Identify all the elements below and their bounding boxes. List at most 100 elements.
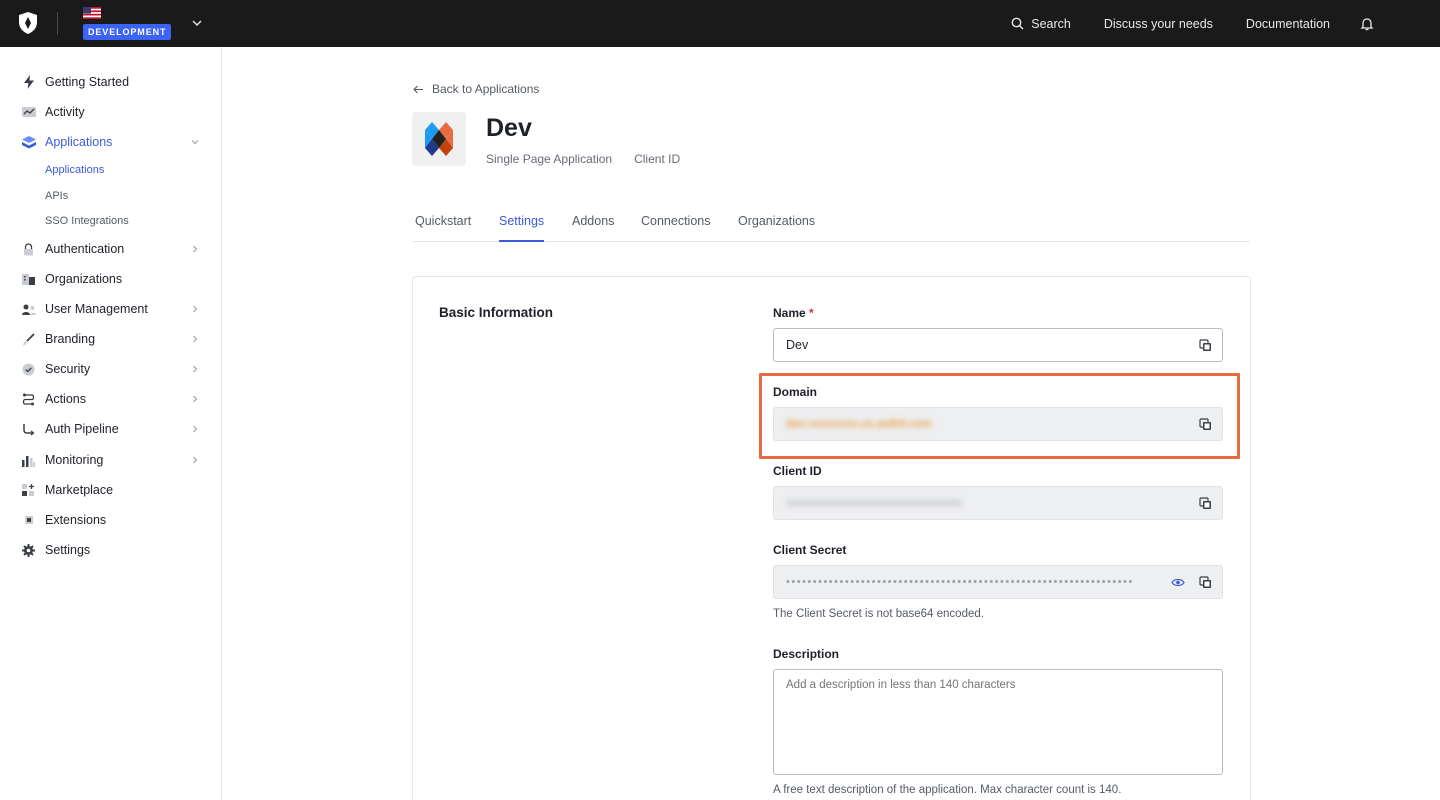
required-marker: * <box>809 306 814 320</box>
sidebar-item-organizations[interactable]: Organizations <box>0 265 222 293</box>
tab-connections[interactable]: Connections <box>641 214 711 242</box>
name-field[interactable]: Dev <box>773 328 1223 362</box>
copy-icon[interactable] <box>1199 339 1212 352</box>
shield-check-icon <box>21 362 36 377</box>
tab-organizations[interactable]: Organizations <box>738 214 815 242</box>
sidebar-item-label: Monitoring <box>45 453 104 467</box>
back-link-label: Back to Applications <box>432 82 540 96</box>
client-secret-label: Client Secret <box>773 543 847 557</box>
sidebar-item-user-management[interactable]: User Management <box>0 295 222 323</box>
client-secret-help-text: The Client Secret is not base64 encoded. <box>773 608 984 620</box>
sidebar-item-label: User Management <box>45 302 148 316</box>
environment-badge: DEVELOPMENT <box>83 24 172 40</box>
client-id-label: Client ID <box>773 464 822 478</box>
sidebar-item-label: Activity <box>45 105 85 119</box>
top-bar: DEVELOPMENT Search Discuss your needs Do… <box>0 0 1440 47</box>
tab-quickstart[interactable]: Quickstart <box>415 214 471 242</box>
sidebar-item-applications[interactable]: Applications <box>0 128 222 156</box>
back-to-applications-link[interactable]: Back to Applications <box>413 82 539 96</box>
copy-icon[interactable] <box>1199 497 1212 510</box>
sidebar-subitem-applications[interactable]: Applications <box>45 164 104 176</box>
app-logo-icon <box>425 122 453 156</box>
activity-chart-icon <box>21 105 36 120</box>
layers-icon <box>21 135 36 150</box>
sidebar-item-label: Actions <box>45 392 86 406</box>
client-secret-masked-value: ••••••••••••••••••••••••••••••••••••••••… <box>786 576 1134 588</box>
sidebar-item-extensions[interactable]: Extensions <box>0 506 222 534</box>
bar-chart-icon <box>21 453 36 468</box>
sidebar-item-activity[interactable]: Activity <box>0 98 222 126</box>
sidebar-item-monitoring[interactable]: Monitoring <box>0 446 222 474</box>
name-value: Dev <box>786 338 809 352</box>
sidebar-item-security[interactable]: Security <box>0 355 222 383</box>
users-icon <box>21 302 36 317</box>
sidebar-item-label: Applications <box>45 135 113 149</box>
search-icon <box>1011 17 1024 30</box>
chevron-right-icon <box>193 335 198 343</box>
bolt-icon <box>21 75 36 90</box>
sidebar-item-branding[interactable]: Branding <box>0 325 222 353</box>
sidebar-subitem-sso-integrations[interactable]: SSO Integrations <box>45 215 129 227</box>
sidebar-item-auth-pipeline[interactable]: Auth Pipeline <box>0 415 222 443</box>
tab-settings[interactable]: Settings <box>499 214 545 242</box>
name-label: Name * <box>773 306 814 320</box>
copy-icon[interactable] <box>1199 418 1212 431</box>
app-type-label: Single Page Application <box>486 152 613 166</box>
auth0-logo-icon[interactable] <box>17 11 39 35</box>
chevron-right-icon <box>193 395 198 403</box>
description-help-text: A free text description of the applicati… <box>773 784 1122 796</box>
name-label-text: Name <box>773 306 806 320</box>
chevron-right-icon <box>193 305 198 313</box>
client-id-value: xxxxxxxxxxxxxxxxxxxxxxxxxxxxxxxx <box>786 497 962 509</box>
tenant-selector[interactable]: DEVELOPMENT <box>83 7 172 40</box>
sidebar: Getting Started Activity Applications Ap… <box>0 47 222 800</box>
sidebar-item-marketplace[interactable]: Marketplace <box>0 476 222 504</box>
sidebar-item-authentication[interactable]: Authentication <box>0 235 222 263</box>
search-button[interactable]: Search <box>1011 17 1071 31</box>
client-id-field[interactable]: xxxxxxxxxxxxxxxxxxxxxxxxxxxxxxxx <box>773 486 1223 520</box>
sidebar-item-label: Settings <box>45 543 91 557</box>
us-flag-icon <box>83 7 101 19</box>
arrow-left-icon <box>413 85 423 93</box>
client-secret-field[interactable]: ••••••••••••••••••••••••••••••••••••••••… <box>773 565 1223 599</box>
search-label: Search <box>1031 16 1071 31</box>
discuss-needs-link[interactable]: Discuss your needs <box>1104 17 1213 31</box>
documentation-link[interactable]: Documentation <box>1246 17 1330 31</box>
client-id-meta-label[interactable]: Client ID <box>634 152 680 166</box>
chip-icon <box>21 513 36 528</box>
sidebar-item-label: Extensions <box>45 513 107 527</box>
chevron-down-icon[interactable] <box>191 17 203 29</box>
top-nav: Search Discuss your needs Documentation <box>978 0 1440 47</box>
page-title: Dev <box>486 114 532 142</box>
eye-icon[interactable] <box>1171 577 1185 588</box>
sidebar-item-label: Getting Started <box>45 75 130 89</box>
chevron-right-icon <box>193 245 198 253</box>
chevron-right-icon <box>193 365 198 373</box>
sidebar-subitem-apis[interactable]: APIs <box>45 190 68 202</box>
description-textarea[interactable] <box>773 669 1223 775</box>
chevron-right-icon <box>193 425 198 433</box>
chevron-down-icon <box>191 140 199 145</box>
sidebar-item-label: Marketplace <box>45 483 114 497</box>
tab-addons[interactable]: Addons <box>572 214 614 242</box>
building-icon <box>21 272 36 287</box>
sidebar-item-label: Organizations <box>45 272 123 286</box>
domain-label: Domain <box>773 385 818 399</box>
domain-field[interactable]: dev-xxxxxxxx.us.auth0.com <box>773 407 1223 441</box>
sidebar-item-label: Auth Pipeline <box>45 422 119 436</box>
brush-icon <box>21 332 36 347</box>
sidebar-item-settings[interactable]: Settings <box>0 536 222 564</box>
bell-icon[interactable] <box>1360 17 1374 31</box>
sidebar-item-getting-started[interactable]: Getting Started <box>0 68 222 96</box>
tab-bar: Quickstart Settings Addons Connections O… <box>412 212 1250 242</box>
domain-value: dev-xxxxxxxx.us.auth0.com <box>786 418 932 430</box>
top-divider <box>57 12 58 35</box>
flow-icon <box>21 392 36 407</box>
app-logo <box>412 112 466 166</box>
section-title: Basic Information <box>439 305 554 320</box>
copy-icon[interactable] <box>1199 576 1212 589</box>
sidebar-item-actions[interactable]: Actions <box>0 385 222 413</box>
sidebar-item-label: Security <box>45 362 91 376</box>
sidebar-item-label: Authentication <box>45 242 125 256</box>
lock-icon <box>21 242 36 257</box>
